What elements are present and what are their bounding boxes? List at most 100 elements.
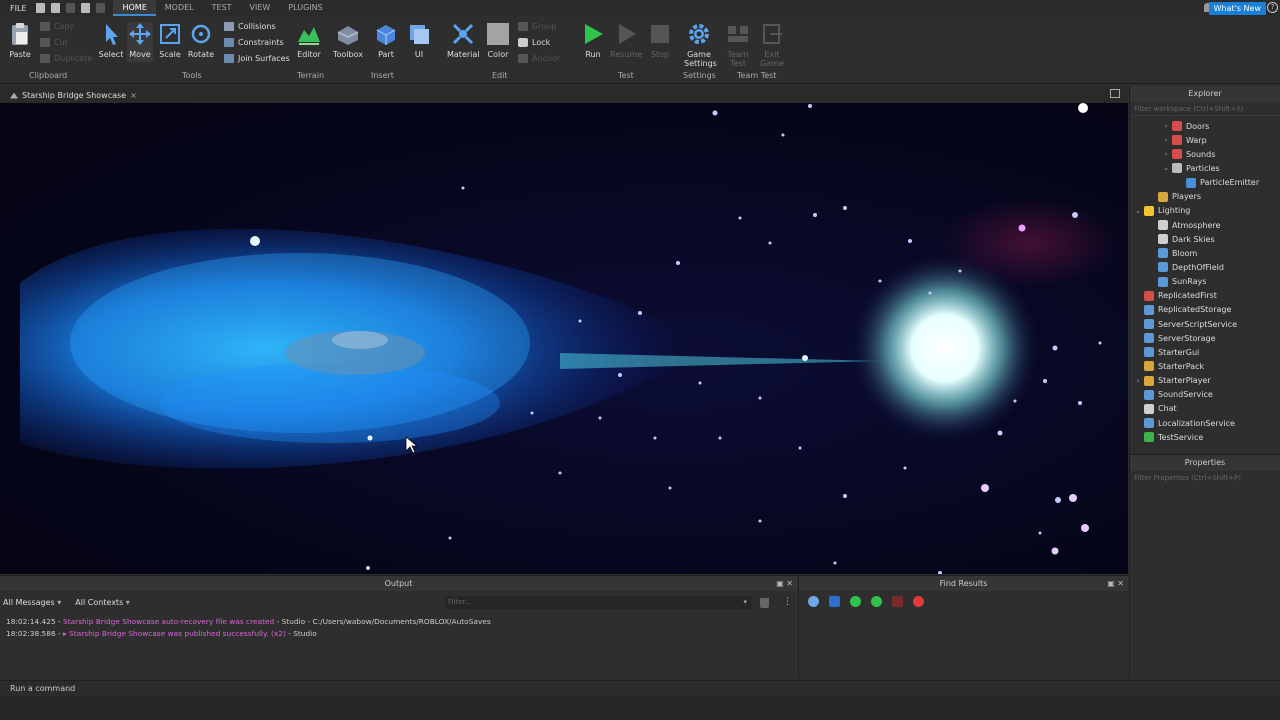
screenshot-icon[interactable] <box>96 3 106 13</box>
lock-button[interactable]: Lock <box>518 38 550 47</box>
command-bar[interactable]: Run a command <box>0 680 1280 697</box>
part-button[interactable]: Part <box>373 22 399 59</box>
explorer-filter-input[interactable]: Filter workspace (Ctrl+Shift+X) <box>1130 102 1280 116</box>
expand-arrow-icon[interactable]: › <box>1162 150 1170 158</box>
explorer-item-particleemitter[interactable]: ParticleEmitter <box>1130 176 1280 190</box>
explorer-item-chat[interactable]: Chat <box>1130 402 1280 416</box>
explorer-item-serverscriptservice[interactable]: ServerScriptService <box>1130 317 1280 331</box>
explorer-item-warp[interactable]: › Warp <box>1130 133 1280 147</box>
paste-button[interactable]: Paste <box>8 22 32 59</box>
file-menu[interactable]: FILE <box>0 4 36 13</box>
run-button[interactable]: Run <box>580 22 606 59</box>
rotate-button[interactable]: Rotate <box>187 22 215 59</box>
explorer-item-serverstorage[interactable]: ServerStorage <box>1130 331 1280 345</box>
tab-view[interactable]: VIEW <box>241 0 280 16</box>
explorer-item-label: TestService <box>1158 432 1204 442</box>
stop-find-icon[interactable] <box>892 596 903 607</box>
command-input[interactable]: Run a command <box>10 684 75 693</box>
explorer-item-dark-skies[interactable]: Dark Skies <box>1130 232 1280 246</box>
explorer-item-label: StarterPack <box>1158 361 1205 371</box>
group-button[interactable]: Group <box>518 22 556 31</box>
explorer-item-doors[interactable]: › Doors <box>1130 119 1280 133</box>
explorer-item-starterplayer[interactable]: › StarterPlayer <box>1130 374 1280 388</box>
copy-button[interactable]: Copy <box>40 22 74 31</box>
explorer-item-particles[interactable]: ⌄ Particles <box>1130 161 1280 175</box>
explorer-item-label: Particles <box>1186 163 1220 173</box>
ui-button[interactable]: UI <box>406 22 432 59</box>
explorer-item-bloom[interactable]: Bloom <box>1130 246 1280 260</box>
properties-title: Properties <box>1130 455 1280 471</box>
scale-button[interactable]: Scale <box>157 22 183 59</box>
undo-icon[interactable] <box>51 3 61 13</box>
tab-test[interactable]: TEST <box>203 0 241 16</box>
tab-home[interactable]: HOME <box>113 0 156 16</box>
explorer-item-replicatedfirst[interactable]: ReplicatedFirst <box>1130 289 1280 303</box>
whats-new-button[interactable]: What's New <box>1208 2 1266 15</box>
all-contexts-dropdown[interactable]: All Contexts <box>75 598 130 607</box>
select-button[interactable]: Select <box>98 22 124 59</box>
redo-icon[interactable] <box>66 3 76 13</box>
find-next-icon[interactable] <box>829 596 840 607</box>
3d-viewport[interactable] <box>0 103 1128 574</box>
output-log: 18:02:14.425 - Starship Bridge Showcase … <box>0 611 797 641</box>
toolbox-button[interactable]: Toolbox <box>333 22 363 59</box>
expand-arrow-icon[interactable]: ⌄ <box>1134 207 1142 215</box>
tab-model[interactable]: MODEL <box>156 0 203 16</box>
constraints-toggle[interactable]: Constraints <box>224 38 284 47</box>
next-result-icon[interactable] <box>871 596 882 607</box>
expand-arrow-icon[interactable]: › <box>1134 377 1142 385</box>
explorer-item-label: ParticleEmitter <box>1200 178 1260 188</box>
duplicate-button[interactable]: Duplicate <box>40 54 92 63</box>
expand-arrow-icon[interactable]: ⌄ <box>1162 164 1170 172</box>
anchor-button[interactable]: Anchor <box>518 54 560 63</box>
clear-output-icon[interactable] <box>760 598 769 608</box>
color-button[interactable]: Color <box>485 22 511 59</box>
instance-class-icon <box>1144 319 1154 330</box>
new-file-icon[interactable] <box>36 3 46 13</box>
settings-group-label: Settings <box>683 71 716 80</box>
maximize-viewport-icon[interactable] <box>1110 89 1120 98</box>
all-messages-dropdown[interactable]: All Messages <box>3 598 61 607</box>
resume-icon <box>619 24 636 44</box>
join-surfaces-toggle[interactable]: Join Surfaces <box>224 54 290 63</box>
clear-results-icon[interactable] <box>913 596 924 607</box>
explorer-item-sunrays[interactable]: SunRays <box>1130 275 1280 289</box>
help-icon[interactable]: ? <box>1267 2 1278 13</box>
expand-arrow-icon[interactable]: › <box>1162 122 1170 130</box>
collisions-toggle[interactable]: Collisions <box>224 22 276 31</box>
terrain-editor-button[interactable]: Editor <box>296 22 322 59</box>
tab-starship-bridge-showcase[interactable]: Starship Bridge Showcase × <box>6 88 141 103</box>
explorer-item-replicatedstorage[interactable]: ReplicatedStorage <box>1130 303 1280 317</box>
close-tab-icon[interactable]: × <box>130 91 137 100</box>
explorer-item-testservice[interactable]: TestService <box>1130 430 1280 444</box>
binoculars-icon[interactable] <box>808 596 819 607</box>
explorer-item-atmosphere[interactable]: Atmosphere <box>1130 218 1280 232</box>
move-button[interactable]: Move <box>127 22 153 62</box>
explorer-item-startergui[interactable]: StarterGui <box>1130 345 1280 359</box>
more-options-icon[interactable]: ⋮ <box>783 597 792 607</box>
material-button[interactable]: Material <box>447 22 480 59</box>
explorer-item-depthoffield[interactable]: DepthOfField <box>1130 260 1280 274</box>
space-scene <box>20 103 1120 574</box>
gear-icon <box>689 24 709 44</box>
team-test-button[interactable]: Team Test <box>724 22 752 68</box>
explorer-item-players[interactable]: Players <box>1130 190 1280 204</box>
previous-result-icon[interactable] <box>850 596 861 607</box>
resume-button[interactable]: Resume <box>610 22 642 59</box>
output-window-controls[interactable]: ▣ ✕ <box>776 576 793 591</box>
stop-button[interactable]: Stop <box>647 22 673 59</box>
output-filter-input[interactable]: Filter... <box>445 596 751 609</box>
explorer-item-soundservice[interactable]: SoundService <box>1130 388 1280 402</box>
game-settings-button[interactable]: Game Settings <box>684 22 717 68</box>
explorer-item-sounds[interactable]: › Sounds <box>1130 147 1280 161</box>
publish-icon[interactable] <box>81 3 91 13</box>
find-window-controls[interactable]: ▣ ✕ <box>1107 576 1124 591</box>
properties-filter-input[interactable]: Filter Properties (Ctrl+Shift+P) <box>1130 471 1280 485</box>
cut-button[interactable]: Cut <box>40 38 68 47</box>
explorer-item-lighting[interactable]: ⌄ Lighting <box>1130 204 1280 218</box>
exit-game-button[interactable]: Exit Game <box>758 22 786 68</box>
explorer-item-localizationservice[interactable]: LocalizationService <box>1130 416 1280 430</box>
expand-arrow-icon[interactable]: › <box>1162 136 1170 144</box>
explorer-item-starterpack[interactable]: StarterPack <box>1130 359 1280 373</box>
tab-plugins[interactable]: PLUGINS <box>279 0 331 16</box>
